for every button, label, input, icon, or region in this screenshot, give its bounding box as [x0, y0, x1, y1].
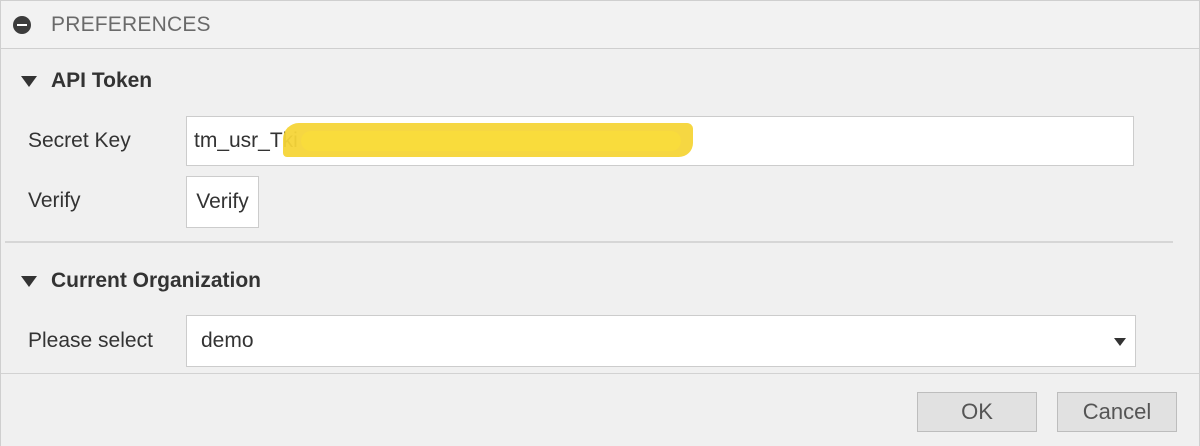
- section-title-api-token: API Token: [51, 69, 153, 92]
- section-title-organization: Current Organization: [51, 269, 262, 292]
- dialog-title: PREFERENCES: [51, 13, 211, 36]
- chevron-down-icon: [1114, 338, 1126, 346]
- verify-button[interactable]: Verify: [186, 176, 259, 228]
- verify-label: Verify: [28, 189, 81, 212]
- scrollbar-track[interactable]: [1175, 49, 1199, 373]
- section-header-api-token[interactable]: API Token: [21, 69, 152, 93]
- cancel-button[interactable]: Cancel: [1057, 392, 1177, 432]
- section-divider: [5, 241, 1173, 243]
- collapse-triangle-icon: [21, 75, 37, 87]
- preferences-dialog: PREFERENCES API Token Secret Key Verify …: [0, 0, 1200, 446]
- collapse-triangle-icon: [21, 275, 37, 287]
- organization-select[interactable]: demo: [186, 315, 1136, 367]
- secret-key-label: Secret Key: [28, 129, 131, 152]
- minus-circle-icon[interactable]: [13, 16, 31, 34]
- ok-button[interactable]: OK: [917, 392, 1037, 432]
- organization-select-label: Please select: [28, 329, 153, 352]
- redaction-mark: [301, 131, 681, 151]
- dialog-footer: OK Cancel: [1, 373, 1199, 446]
- title-bar: PREFERENCES: [1, 1, 1199, 49]
- section-header-organization[interactable]: Current Organization: [21, 269, 261, 293]
- organization-selected-value: demo: [201, 329, 254, 352]
